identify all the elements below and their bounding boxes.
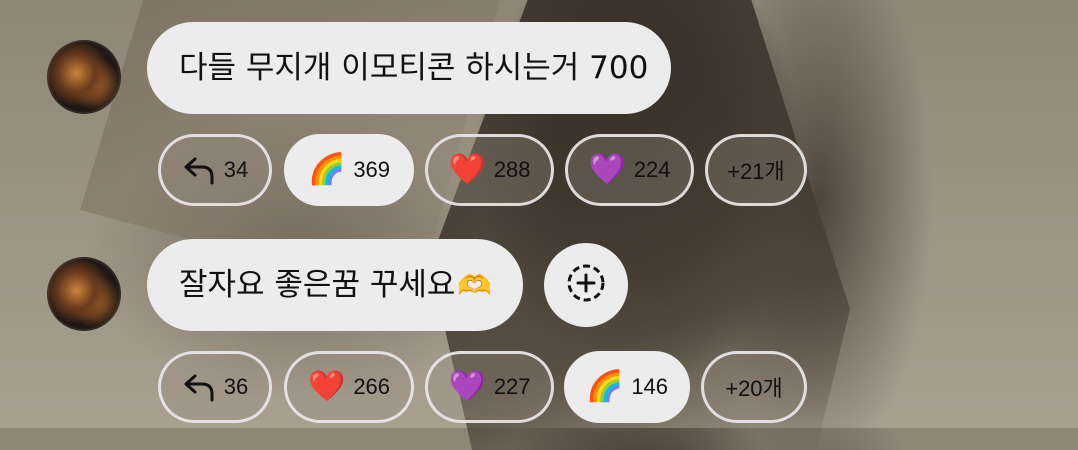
more-reactions-label: +20개 — [725, 376, 783, 401]
message-text: 잘자요 좋은꿈 꾸세요 — [179, 267, 456, 303]
reaction-count: 227 — [493, 374, 531, 399]
reply-button[interactable]: 36 — [158, 351, 272, 423]
reaction-count: 288 — [493, 157, 531, 182]
message-bubble[interactable]: 다들 무지개 이모티콘 하시는거 700 — [147, 22, 671, 114]
reaction-count: 146 — [631, 374, 669, 399]
reaction-count: 224 — [633, 157, 671, 182]
more-reactions-button[interactable]: +20개 — [701, 351, 807, 423]
reaction-chip-purple-heart[interactable]: 💜 224 — [565, 134, 694, 206]
heart-hands-icon: 🫶 — [457, 269, 493, 302]
message-text: 다들 무지개 이모티콘 하시는거 700 — [179, 50, 649, 86]
reply-count: 36 — [223, 374, 249, 399]
reaction-chip-purple-heart[interactable]: 💜 227 — [425, 351, 554, 423]
more-reactions-label: +21개 — [727, 159, 785, 184]
reaction-chip-rainbow[interactable]: 🌈 146 — [564, 351, 690, 423]
add-reaction-icon — [564, 261, 608, 309]
reaction-chip-red-heart[interactable]: ❤️ 288 — [425, 134, 554, 206]
rainbow-icon: 🌈 — [307, 152, 346, 187]
reply-arrow-icon — [182, 155, 216, 185]
rainbow-icon: 🌈 — [585, 369, 624, 404]
reaction-chip-red-heart[interactable]: ❤️ 266 — [284, 351, 414, 423]
reaction-count: 266 — [353, 374, 391, 399]
message-bubble[interactable]: 잘자요 좋은꿈 꾸세요🫶 — [147, 239, 523, 331]
red-heart-icon: ❤️ — [307, 369, 346, 404]
user-avatar[interactable] — [47, 40, 121, 114]
reaction-count: 369 — [353, 157, 391, 182]
reaction-chip-rainbow[interactable]: 🌈 369 — [284, 134, 414, 206]
add-reaction-button[interactable] — [544, 243, 628, 327]
user-avatar[interactable] — [47, 257, 121, 331]
more-reactions-button[interactable]: +21개 — [705, 134, 807, 206]
purple-heart-icon: 💜 — [588, 152, 626, 187]
purple-heart-icon: 💜 — [448, 369, 486, 404]
reply-arrow-icon — [182, 372, 216, 402]
reply-count: 34 — [223, 157, 249, 182]
red-heart-icon: ❤️ — [448, 152, 486, 187]
reply-button[interactable]: 34 — [158, 134, 272, 206]
